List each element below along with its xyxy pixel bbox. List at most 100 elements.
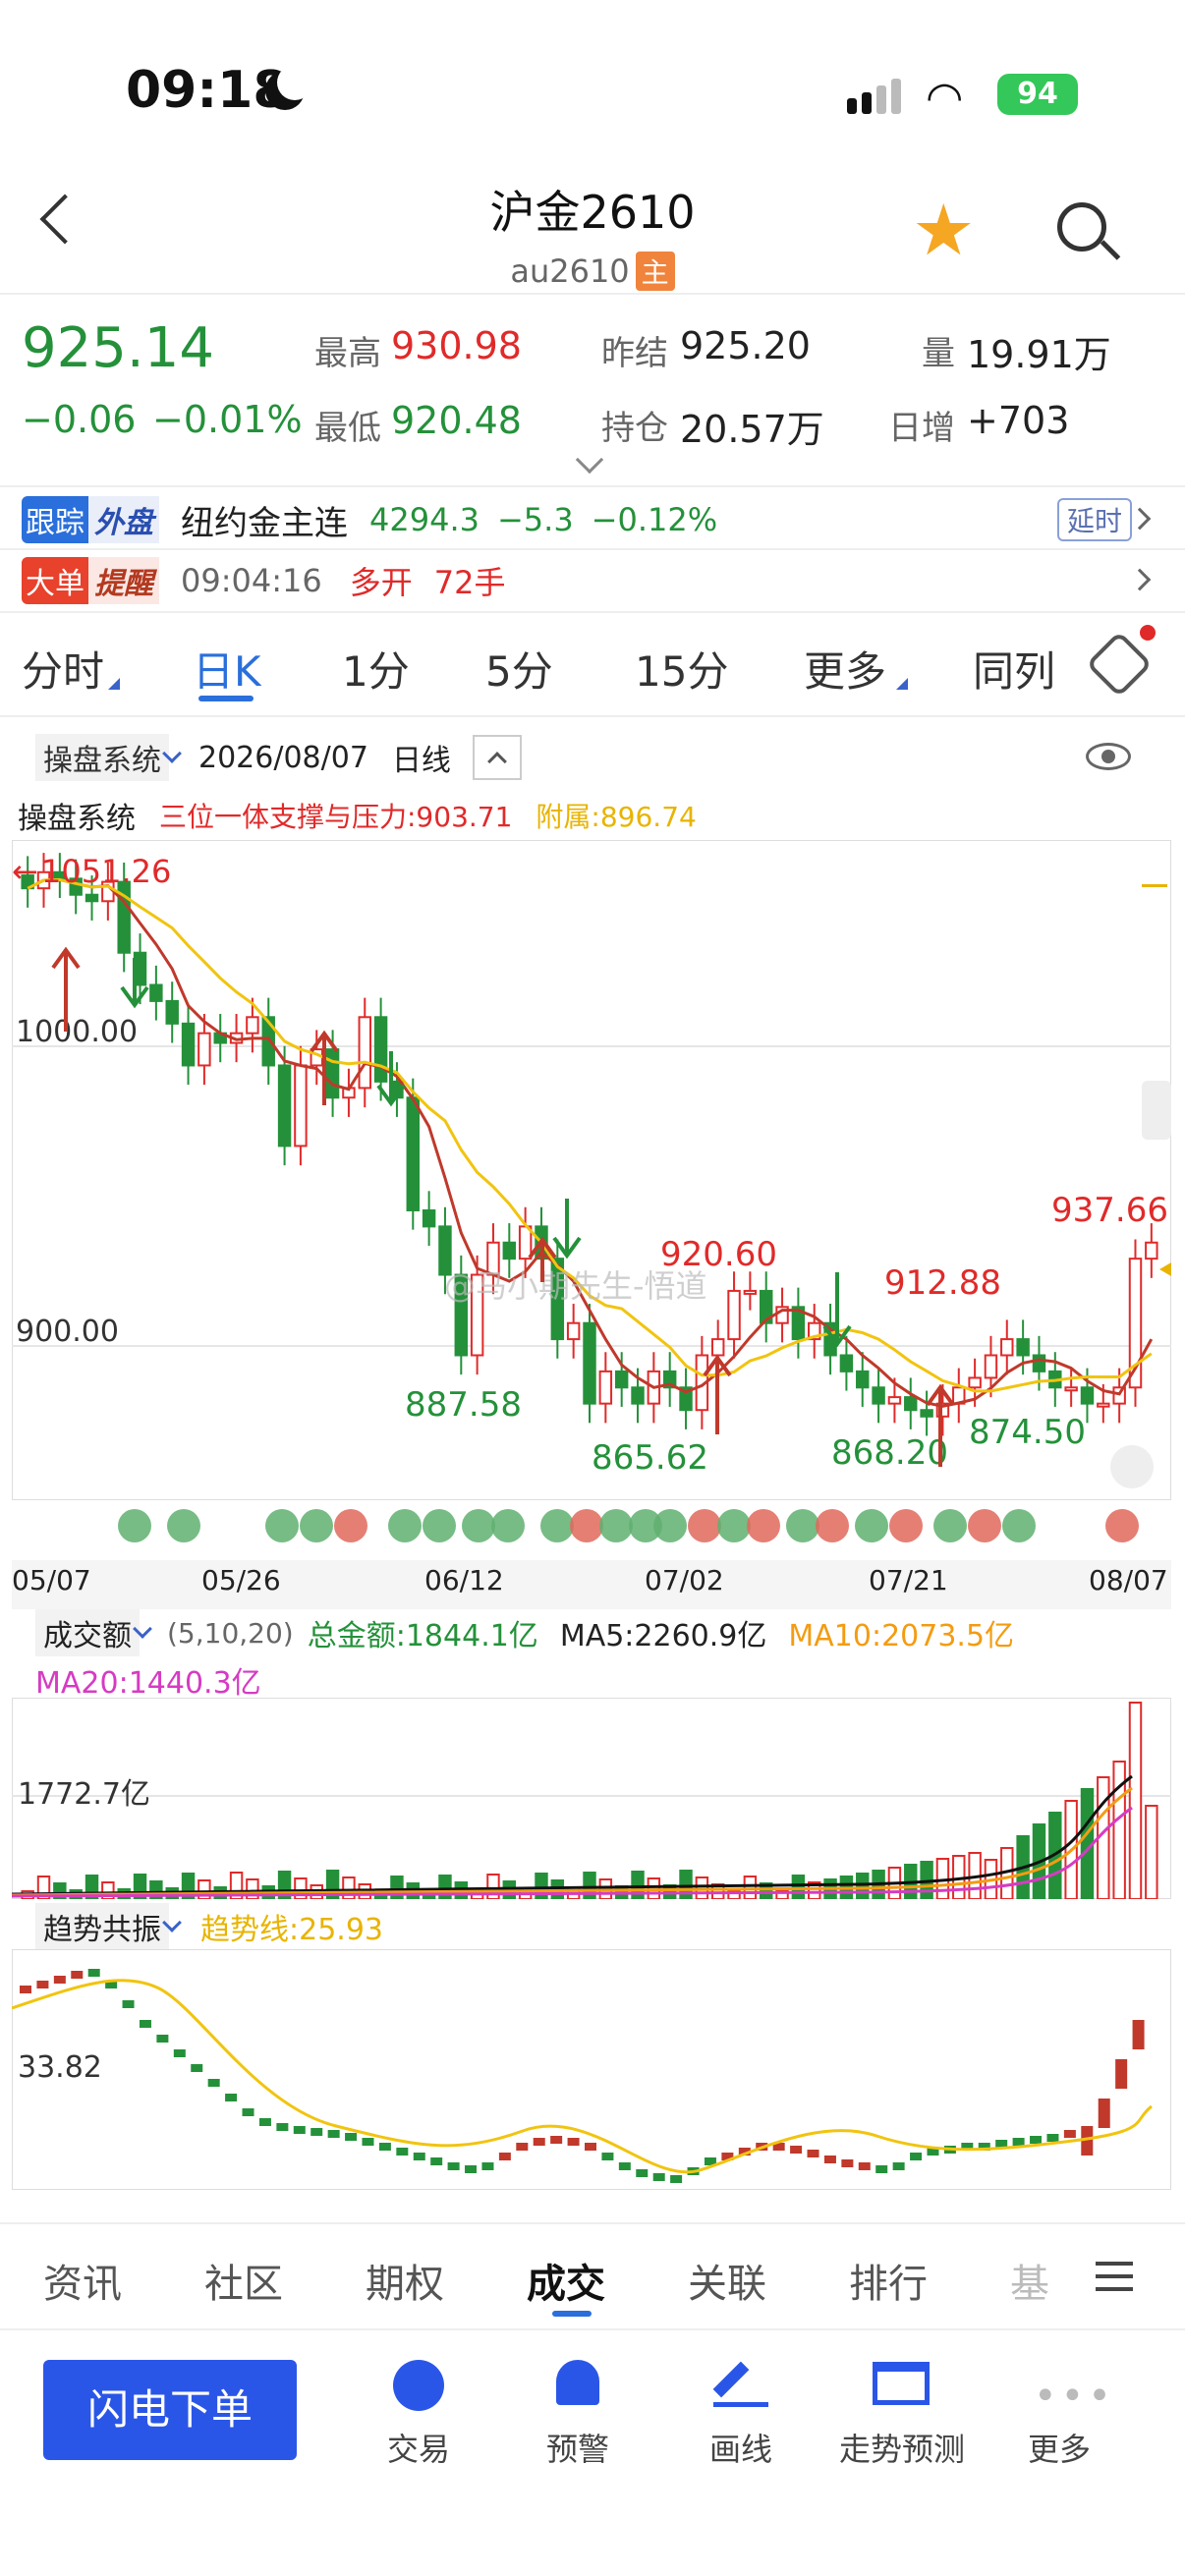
ai-badge[interactable]	[889, 1509, 923, 1542]
alert-label[interactable]: 预警	[529, 2425, 627, 2470]
tab-ranking[interactable]: 排行	[849, 2252, 928, 2309]
tab-related[interactable]: 关联	[688, 2252, 766, 2309]
draw-label[interactable]: 画线	[692, 2425, 790, 2470]
side-panel-handle[interactable]	[1142, 1081, 1171, 1140]
ai-badge[interactable]	[491, 1509, 525, 1542]
volume-bar	[631, 1871, 645, 1899]
tab-5min[interactable]: 5分	[485, 639, 553, 699]
candle	[422, 1208, 436, 1228]
expand-chevron-icon[interactable]	[575, 445, 604, 475]
divider	[0, 715, 1185, 717]
open-interest-label: 持仓	[601, 409, 668, 448]
tab-more[interactable]: 更多	[804, 639, 886, 699]
main-badge: 主	[635, 252, 675, 291]
ai-badge[interactable]	[388, 1509, 422, 1542]
ai-badge[interactable]	[118, 1509, 151, 1542]
forecast-book-icon[interactable]	[873, 2362, 930, 2405]
ai-badge[interactable]	[540, 1509, 574, 1542]
more-dots-icon[interactable]: •••	[1034, 2374, 1115, 2419]
collapse-button[interactable]	[472, 735, 522, 780]
trend-block	[1115, 2059, 1128, 2089]
candle	[598, 1370, 613, 1405]
foreign-market-row[interactable]: 跟踪 外盘 纽约金主连 4294.3 −5.3 −0.12% 延时	[22, 495, 1171, 544]
indicator-legend: 操盘系统 三位一体支撑与压力:903.71 附属:896.74	[18, 796, 697, 836]
watermark: @马小期先生-悟道	[444, 1267, 707, 1305]
candle	[277, 1064, 292, 1148]
more-label[interactable]: 更多	[1010, 2425, 1108, 2470]
ai-badge[interactable]	[300, 1509, 333, 1542]
ai-badge[interactable]	[968, 1509, 1001, 1542]
signal-icon	[847, 79, 902, 114]
candle	[358, 1016, 371, 1090]
tab-15min[interactable]: 15分	[635, 639, 728, 699]
search-icon[interactable]	[1057, 202, 1106, 252]
ai-badge[interactable]	[167, 1509, 200, 1542]
flash-order-button[interactable]: 闪电下单	[43, 2360, 297, 2460]
tab-daily-k[interactable]: 日K	[193, 639, 261, 699]
tab-intraday[interactable]: 分时	[22, 639, 104, 699]
candle	[294, 1064, 308, 1148]
trend-block	[1098, 2099, 1110, 2128]
tab-active-indicator	[198, 696, 254, 701]
trade-label[interactable]: 交易	[369, 2425, 468, 2470]
trend-block	[807, 2150, 819, 2157]
low-label-887: 887.58	[405, 1385, 522, 1425]
candle	[373, 1016, 388, 1083]
trend-block	[823, 2156, 836, 2163]
ai-badge[interactable]	[423, 1509, 456, 1542]
ai-badge[interactable]	[747, 1509, 780, 1542]
trend-select[interactable]: 趋势共振	[35, 1903, 169, 1950]
big-order-row[interactable]: 大单 提醒 09:04:16 多开 72手	[22, 556, 1171, 605]
tab-options[interactable]: 期权	[366, 2252, 444, 2309]
ai-badge[interactable]	[786, 1509, 819, 1542]
ai-badge[interactable]	[1105, 1509, 1139, 1542]
ai-badge[interactable]	[599, 1509, 633, 1542]
ai-badge[interactable]	[688, 1509, 721, 1542]
ai-badge[interactable]	[933, 1509, 967, 1542]
system-select[interactable]: 操盘系统	[35, 734, 169, 781]
low-label-868: 868.20	[831, 1433, 948, 1473]
ai-badge[interactable]	[334, 1509, 367, 1542]
volume-select[interactable]: 成交额	[35, 1609, 140, 1656]
tab-news[interactable]: 资讯	[43, 2252, 122, 2309]
ai-badge[interactable]	[462, 1509, 495, 1542]
fullscreen-icon[interactable]	[1110, 1445, 1154, 1488]
ai-badge[interactable]	[717, 1509, 751, 1542]
trend-block	[207, 2079, 220, 2087]
candle	[181, 1022, 196, 1067]
ai-badge[interactable]	[816, 1509, 849, 1542]
candle	[566, 1321, 581, 1341]
volume-chart[interactable]: 1772.7亿	[12, 1698, 1171, 1899]
alert-badge: 提醒	[88, 557, 159, 604]
trend-block	[516, 2143, 529, 2151]
candle	[149, 983, 163, 1002]
trend-chart[interactable]: 33.82	[12, 1949, 1171, 2190]
tab-trades[interactable]: 成交	[527, 2252, 605, 2309]
forecast-label[interactable]: 走势预测	[823, 2425, 981, 2470]
candle	[198, 1032, 211, 1067]
ai-badge[interactable]	[855, 1509, 888, 1542]
trend-block	[481, 2162, 494, 2170]
ai-badge[interactable]	[653, 1509, 687, 1542]
tab-fundamentals[interactable]: 基	[1010, 2252, 1049, 2309]
tab-same-list[interactable]: 同列	[973, 639, 1055, 699]
favorite-star-icon[interactable]: ★	[912, 195, 976, 265]
volume-legend: 成交额 (5,10,20) 总金额:1844.1亿 MA5:2260.9亿 MA…	[35, 1609, 1014, 1656]
ai-badge[interactable]	[265, 1509, 299, 1542]
ai-badge[interactable]	[570, 1509, 603, 1542]
tab-community[interactable]: 社区	[204, 2252, 283, 2309]
price-chart[interactable]: 1051.26 ← 1000.00 900.00 887.58 865.62 9…	[12, 840, 1171, 1500]
trend-block	[310, 2128, 323, 2136]
volume-label: 量	[922, 334, 955, 373]
trend-block	[533, 2138, 545, 2146]
candle	[1000, 1338, 1014, 1357]
price-pointer-icon	[1159, 1262, 1171, 1276]
trend-block	[1012, 2138, 1025, 2146]
tab-1min[interactable]: 1分	[342, 639, 410, 699]
ai-badge[interactable]	[1002, 1509, 1036, 1542]
big-order-badge: 大单	[22, 557, 88, 604]
trade-icon[interactable]	[393, 2360, 444, 2411]
bell-icon[interactable]	[556, 2360, 599, 2405]
trend-block	[858, 2162, 871, 2170]
settings-hexagon-icon[interactable]	[1086, 631, 1153, 698]
